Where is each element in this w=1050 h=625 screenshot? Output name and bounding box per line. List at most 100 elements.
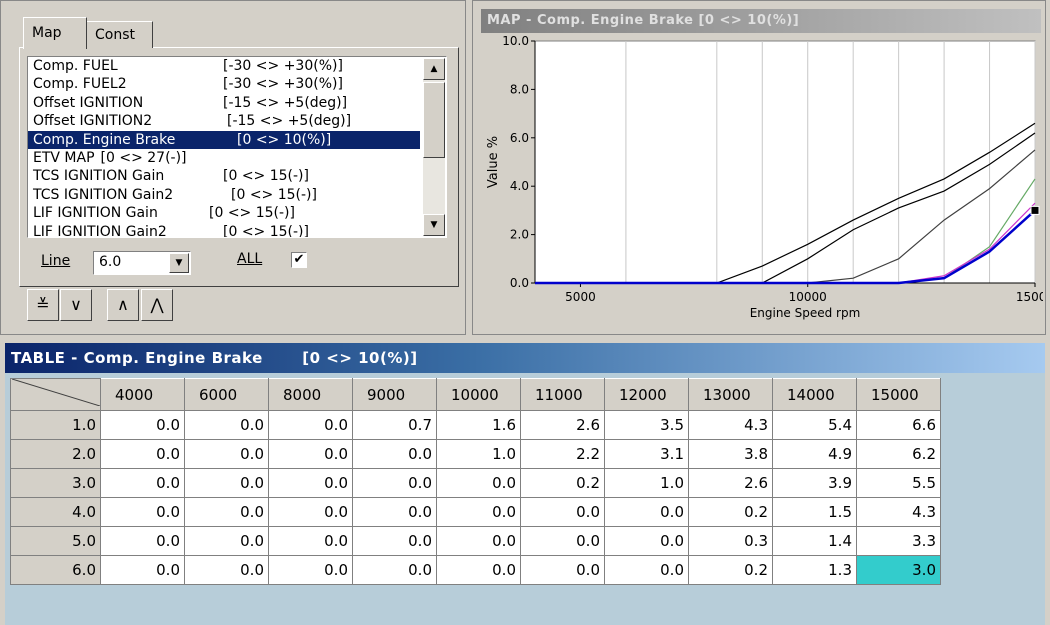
table-cell[interactable]: 0.0 <box>604 526 689 556</box>
table-cell[interactable]: 0.0 <box>352 497 437 527</box>
table-cell[interactable]: 0.0 <box>100 410 185 440</box>
table-cell[interactable]: 1.6 <box>436 410 521 440</box>
table-cell[interactable]: 0.0 <box>520 497 605 527</box>
map-list-item[interactable]: TCS IGNITION Gain2 [0 <> 15(-)] <box>28 186 416 204</box>
table-cell[interactable]: 0.0 <box>100 439 185 469</box>
map-list-item[interactable]: Comp. FUEL2 [-30 <> +30(%)] <box>28 75 416 93</box>
table-cell[interactable]: 0.0 <box>184 468 269 498</box>
table-cell[interactable]: 3.3 <box>856 526 941 556</box>
column-header[interactable]: 10000 <box>436 378 521 411</box>
table-cell[interactable]: 0.0 <box>520 526 605 556</box>
line-dropdown-button[interactable]: ▼ <box>169 253 189 273</box>
table-cell[interactable]: 1.3 <box>772 555 857 585</box>
column-header[interactable]: 12000 <box>604 378 689 411</box>
column-header[interactable]: 6000 <box>184 378 269 411</box>
table-cell[interactable]: 0.0 <box>268 497 353 527</box>
table-cell[interactable]: 0.0 <box>436 497 521 527</box>
table-cell[interactable]: 4.9 <box>772 439 857 469</box>
column-header[interactable]: 15000 <box>856 378 941 411</box>
table-cell[interactable]: 0.0 <box>268 526 353 556</box>
down-button[interactable]: ∨ <box>60 289 92 321</box>
table-cell[interactable]: 1.5 <box>772 497 857 527</box>
row-header[interactable]: 2.0 <box>10 439 101 469</box>
table-cell[interactable]: 0.0 <box>100 468 185 498</box>
map-list-item[interactable]: TCS IGNITION Gain [0 <> 15(-)] <box>28 167 416 185</box>
map-list-item[interactable]: Comp. Engine Brake [0 <> 10(%)] <box>28 130 420 149</box>
table-cell[interactable]: 3.1 <box>604 439 689 469</box>
table-cell[interactable]: 0.0 <box>436 526 521 556</box>
table-cell[interactable]: 0.2 <box>520 468 605 498</box>
table-cell[interactable]: 0.0 <box>268 439 353 469</box>
table-cell[interactable]: 0.3 <box>688 526 773 556</box>
row-header[interactable]: 6.0 <box>10 555 101 585</box>
table-cell[interactable]: 0.0 <box>604 497 689 527</box>
table-cell[interactable]: 6.6 <box>856 410 941 440</box>
scroll-down-button[interactable]: ▼ <box>423 214 445 236</box>
column-header[interactable]: 11000 <box>520 378 605 411</box>
table-cell[interactable]: 0.7 <box>352 410 437 440</box>
list-scrollbar[interactable]: ▲ ▼ <box>423 58 445 236</box>
up-button[interactable]: ∧ <box>107 289 139 321</box>
table-cell[interactable]: 1.4 <box>772 526 857 556</box>
table-cell[interactable]: 4.3 <box>688 410 773 440</box>
tab-map[interactable]: Map <box>23 17 87 49</box>
table-cell[interactable]: 0.0 <box>184 410 269 440</box>
table-cell[interactable]: 3.8 <box>688 439 773 469</box>
table-cell[interactable]: 2.6 <box>520 410 605 440</box>
column-header[interactable]: 13000 <box>688 378 773 411</box>
table-cell[interactable]: 6.2 <box>856 439 941 469</box>
table-cell[interactable]: 5.5 <box>856 468 941 498</box>
row-header[interactable]: 4.0 <box>10 497 101 527</box>
table-cell[interactable]: 3.9 <box>772 468 857 498</box>
table-cell[interactable]: 0.0 <box>100 497 185 527</box>
table-cell[interactable]: 5.4 <box>772 410 857 440</box>
table-cell[interactable]: 0.0 <box>184 555 269 585</box>
map-list-item[interactable]: ETV MAP [0 <> 27(-)] <box>28 149 416 167</box>
table-cell[interactable]: 0.0 <box>352 468 437 498</box>
table-cell[interactable]: 2.2 <box>520 439 605 469</box>
line-select[interactable]: 6.0 ▼ <box>93 251 191 275</box>
row-header[interactable]: 1.0 <box>10 410 101 440</box>
table-cell[interactable]: 0.0 <box>100 555 185 585</box>
map-list-item[interactable]: Offset IGNITION [-15 <> +5(deg)] <box>28 94 416 112</box>
table-cell[interactable]: 0.0 <box>184 526 269 556</box>
table-cell[interactable]: 0.0 <box>268 555 353 585</box>
table-cell[interactable]: 0.0 <box>268 468 353 498</box>
column-header[interactable]: 9000 <box>352 378 437 411</box>
table-cell[interactable]: 0.0 <box>520 555 605 585</box>
table-cell-active[interactable]: 3.0 <box>856 555 941 585</box>
table-cell[interactable]: 2.6 <box>688 468 773 498</box>
table-cell[interactable]: 0.2 <box>688 497 773 527</box>
column-header[interactable]: 4000 <box>100 378 185 411</box>
map-list-item[interactable]: Offset IGNITION2 [-15 <> +5(deg)] <box>28 112 416 130</box>
table-cell[interactable]: 0.0 <box>184 497 269 527</box>
tab-const[interactable]: Const <box>87 21 153 48</box>
table-cell[interactable]: 0.0 <box>352 439 437 469</box>
table-cell[interactable]: 0.0 <box>604 555 689 585</box>
scroll-thumb[interactable] <box>423 82 445 158</box>
double-up-button[interactable]: ⋀ <box>141 289 173 321</box>
table-cell[interactable]: 1.0 <box>604 468 689 498</box>
column-header[interactable]: 14000 <box>772 378 857 411</box>
row-header[interactable]: 5.0 <box>10 526 101 556</box>
map-list-item[interactable]: Comp. FUEL [-30 <> +30(%)] <box>28 57 416 75</box>
table-cell[interactable]: 4.3 <box>856 497 941 527</box>
table-cell[interactable]: 0.0 <box>436 555 521 585</box>
table-cell[interactable]: 0.0 <box>100 526 185 556</box>
map-list[interactable]: Comp. FUEL [-30 <> +30(%)] Comp. FUEL2 [-30… <box>27 56 447 238</box>
map-list-item[interactable]: LIF IGNITION Gain [0 <> 15(-)] <box>28 204 416 222</box>
table-cell[interactable]: 0.0 <box>352 526 437 556</box>
all-checkbox[interactable]: ✔ <box>291 252 307 268</box>
table-cell[interactable]: 0.0 <box>184 439 269 469</box>
table-cell[interactable]: 1.0 <box>436 439 521 469</box>
table-cell[interactable]: 0.0 <box>352 555 437 585</box>
table-cell[interactable]: 0.0 <box>268 410 353 440</box>
map-list-item[interactable]: LIF IGNITION Gain2 [0 <> 15(-)] <box>28 223 416 237</box>
table-cell[interactable]: 0.0 <box>436 468 521 498</box>
double-down-button[interactable]: ≚ <box>27 289 59 321</box>
row-header[interactable]: 3.0 <box>10 468 101 498</box>
scroll-up-button[interactable]: ▲ <box>423 58 445 80</box>
table-cell[interactable]: 0.2 <box>688 555 773 585</box>
table-cell[interactable]: 3.5 <box>604 410 689 440</box>
column-header[interactable]: 8000 <box>268 378 353 411</box>
